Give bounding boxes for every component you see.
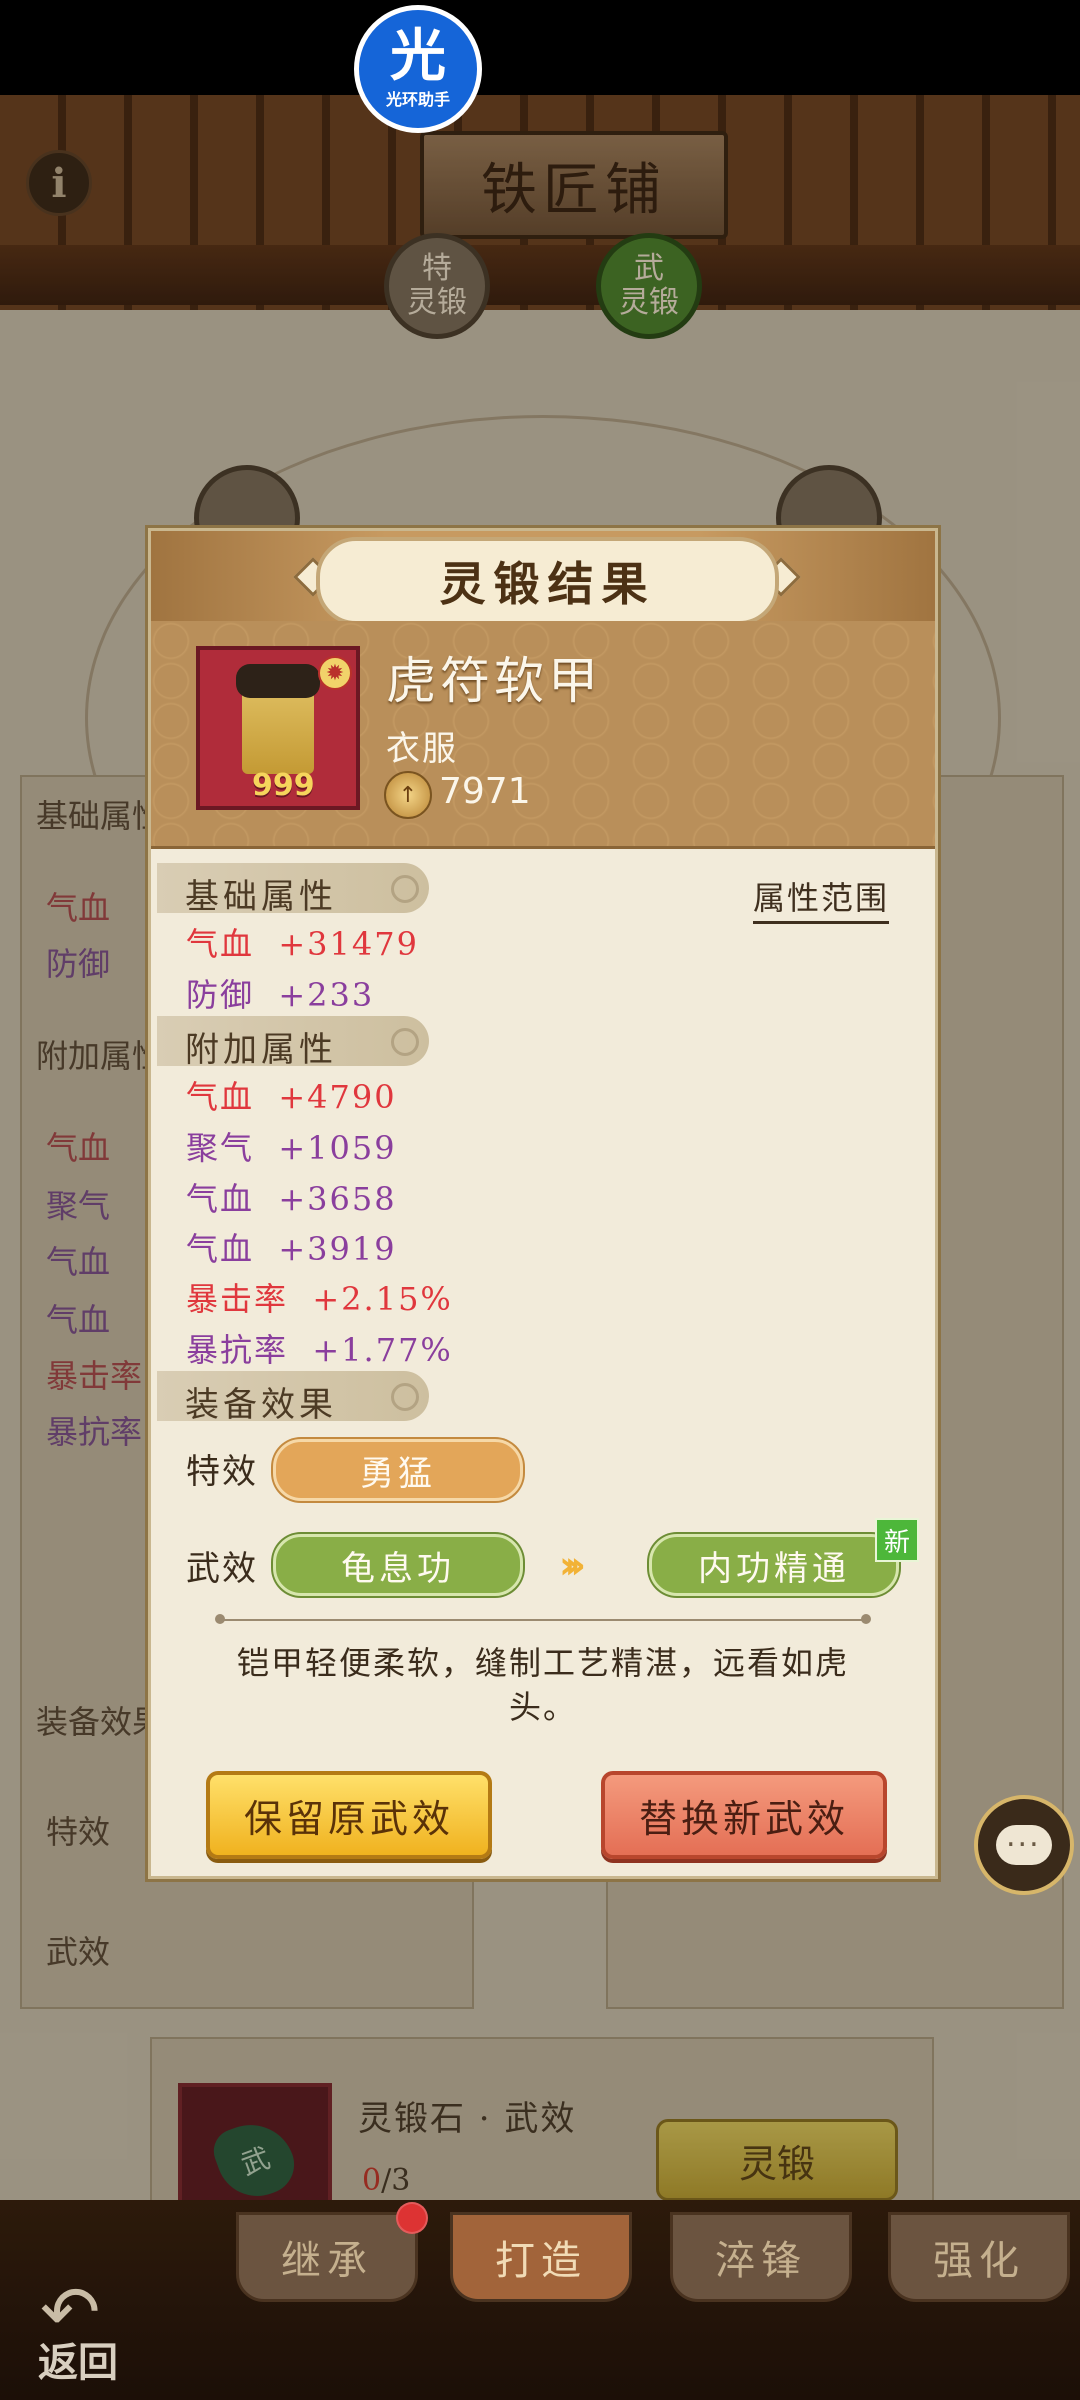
header-swirl-icon	[391, 1028, 419, 1056]
attr-value: +31479	[278, 925, 419, 963]
tab-temper[interactable]: 淬锋	[670, 2212, 852, 2302]
extra-attr-row: 暴抗率 +1.77%	[186, 1325, 453, 1371]
keep-original-button[interactable]: 保留原武效	[206, 1771, 492, 1859]
helper-logo-char: 光	[390, 24, 446, 89]
extra-attr-title: 附加属性	[185, 1030, 337, 1070]
new-badge: 新	[875, 1518, 919, 1562]
weapon-effect-label: 武效	[186, 1549, 258, 1589]
item-icon[interactable]: ✹ 999	[196, 646, 360, 810]
dialog-header: 灵锻结果	[151, 531, 935, 625]
new-weapon-effect-pill[interactable]: 内功精通	[649, 1534, 899, 1596]
divider-dot-right	[861, 1614, 871, 1624]
header-swirl-icon	[391, 1383, 419, 1411]
helper-logo-label: 光环助手	[385, 90, 450, 109]
old-weapon-effect-pill[interactable]: 龟息功	[273, 1534, 523, 1596]
chat-button[interactable]	[974, 1795, 1074, 1895]
attr-name: 气血	[186, 1078, 255, 1116]
chat-bubble-icon	[996, 1819, 1052, 1865]
dialog-title-plate: 灵锻结果	[316, 537, 779, 625]
attr-value: +2.15%	[312, 1280, 453, 1318]
attr-value: +3919	[278, 1230, 397, 1268]
armor-collar	[236, 664, 320, 698]
attr-value: +4790	[278, 1078, 397, 1116]
special-effect-pill[interactable]: 勇猛	[273, 1439, 523, 1501]
item-power: 7971	[439, 771, 531, 812]
back-button[interactable]: ↶ 返回	[30, 2270, 150, 2386]
attr-name: 气血	[186, 1180, 255, 1218]
attr-value: +3658	[278, 1180, 397, 1218]
attr-name: 暴抗率	[186, 1331, 289, 1369]
forge-result-dialog: 灵锻结果 ✹ 999 虎符软甲 衣服 ↑ 7971 基础属性 属性范围 气血 +…	[148, 528, 938, 1879]
effect-title: 装备效果	[185, 1385, 337, 1425]
attr-name: 暴击率	[186, 1280, 289, 1318]
item-summary: ✹ 999 虎符软甲 衣服 ↑ 7971	[151, 621, 935, 849]
attr-range-link[interactable]: 属性范围	[753, 873, 890, 924]
extra-attr-row: 暴击率 +2.15%	[186, 1274, 453, 1320]
notification-dot	[396, 2202, 428, 2234]
base-attr-row: 气血 +31479	[186, 919, 419, 965]
extra-attr-header: 附加属性	[157, 1016, 429, 1070]
attr-value: +1.77%	[312, 1331, 453, 1369]
attr-name: 聚气	[186, 1129, 255, 1167]
item-level: 999	[252, 768, 315, 803]
attr-value: +1059	[278, 1129, 397, 1167]
helper-app-icon[interactable]: 光 光环助手	[354, 5, 482, 133]
item-description: 铠甲轻便柔软，缝制工艺精湛，远看如虎头。	[236, 1644, 849, 1726]
tab-inherit[interactable]: 继承	[236, 2212, 418, 2302]
replace-new-button[interactable]: 替换新武效	[601, 1771, 887, 1859]
extra-attr-row: 气血 +3658	[186, 1174, 397, 1220]
extra-attr-row: 气血 +4790	[186, 1072, 397, 1118]
item-type: 衣服	[386, 729, 458, 769]
extra-attr-row: 聚气 +1059	[186, 1123, 397, 1169]
dialog-title: 灵锻结果	[439, 557, 656, 611]
power-icon: ↑	[384, 771, 432, 819]
quality-star-icon: ✹	[318, 656, 352, 690]
special-effect-label: 特效	[186, 1452, 258, 1492]
arrow-right-icon: ›››	[559, 1543, 586, 1587]
attr-name: 气血	[186, 925, 255, 963]
effect-header: 装备效果	[157, 1371, 429, 1425]
tab-craft[interactable]: 打造	[450, 2212, 632, 2302]
base-attr-header: 基础属性	[157, 863, 429, 917]
extra-attr-row: 气血 +3919	[186, 1224, 397, 1270]
base-attr-row: 防御 +233	[186, 970, 374, 1016]
attr-value: +233	[278, 976, 375, 1014]
attr-name: 气血	[186, 1230, 255, 1268]
base-attr-title: 基础属性	[185, 877, 337, 917]
divider	[221, 1619, 865, 1621]
back-label: 返回	[38, 2339, 118, 2386]
header-swirl-icon	[391, 875, 419, 903]
tab-enhance[interactable]: 强化	[888, 2212, 1070, 2302]
attr-name: 防御	[186, 976, 255, 1014]
item-name: 虎符软甲	[386, 652, 602, 710]
